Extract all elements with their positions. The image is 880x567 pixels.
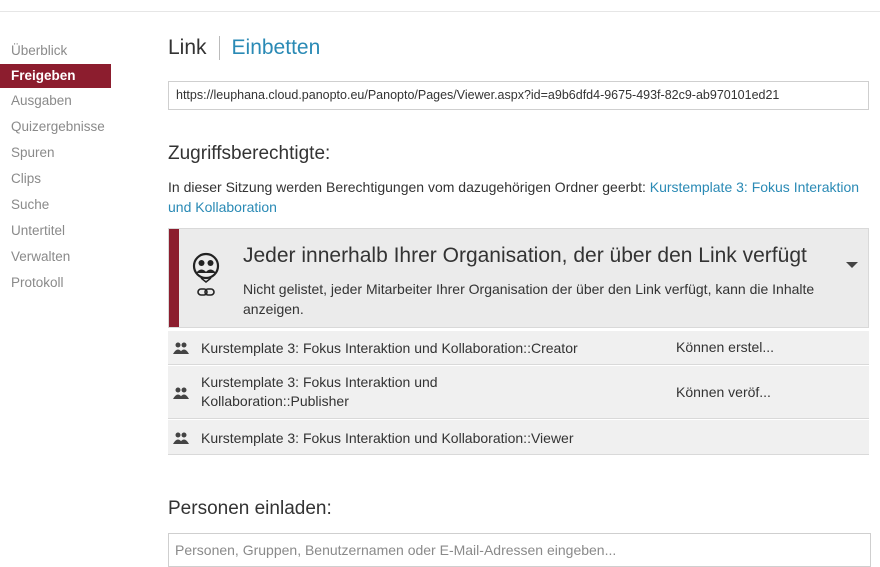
group-name: Kurstemplate 3: Fokus Interaktion und Ko… xyxy=(201,374,438,409)
sidebar-item-log[interactable]: Protokoll xyxy=(0,270,150,296)
role-dropdown[interactable]: Können erstel... xyxy=(676,339,774,355)
table-row: Kurstemplate 3: Fokus Interaktion und Ko… xyxy=(168,366,869,419)
tab-link[interactable]: Link xyxy=(168,36,207,60)
inherit-text: In dieser Sitzung werden Berechtigungen … xyxy=(168,179,650,195)
sidebar: Überblick Freigeben Ausgaben Quizergebni… xyxy=(0,38,150,296)
group-icon xyxy=(173,387,189,399)
sidebar-item-streams[interactable]: Spuren xyxy=(0,140,150,166)
tab-embed[interactable]: Einbetten xyxy=(232,36,321,60)
inherit-notice: In dieser Sitzung werden Berechtigungen … xyxy=(168,177,868,217)
org-access-title: Jeder innerhalb Ihrer Organisation, der … xyxy=(243,244,807,267)
sidebar-item-search[interactable]: Suche xyxy=(0,192,150,218)
sidebar-item-outputs[interactable]: Ausgaben xyxy=(0,88,150,114)
table-row: Kurstemplate 3: Fokus Interaktion und Ko… xyxy=(168,420,869,455)
group-name: Kurstemplate 3: Fokus Interaktion und Ko… xyxy=(201,430,574,446)
sidebar-item-overview[interactable]: Überblick xyxy=(0,38,150,64)
org-accent-bar xyxy=(169,229,179,327)
invite-heading: Personen einladen: xyxy=(168,498,332,519)
tab-separator xyxy=(218,36,220,60)
sidebar-item-captions[interactable]: Untertitel xyxy=(0,218,150,244)
sidebar-item-manage[interactable]: Verwalten xyxy=(0,244,150,270)
share-tabs: Link Einbetten xyxy=(168,36,320,60)
role-dropdown[interactable]: Können veröf... xyxy=(676,384,771,400)
top-divider xyxy=(0,11,880,12)
sidebar-item-clips[interactable]: Clips xyxy=(0,166,150,192)
group-link-icon xyxy=(192,252,220,296)
access-heading: Zugriffsberechtigte: xyxy=(168,143,331,164)
sidebar-item-share[interactable]: Freigeben xyxy=(0,64,111,88)
org-access-panel[interactable]: Jeder innerhalb Ihrer Organisation, der … xyxy=(168,228,869,328)
invite-input[interactable] xyxy=(168,533,871,567)
group-icon xyxy=(173,432,189,444)
table-row: Kurstemplate 3: Fokus Interaktion und Ko… xyxy=(168,331,869,365)
sidebar-item-quiz-results[interactable]: Quizergebnisse xyxy=(0,114,150,140)
org-access-description: Nicht gelistet, jeder Mitarbeiter Ihrer … xyxy=(243,281,815,317)
share-url-field[interactable]: https://leuphana.cloud.panopto.eu/Panopt… xyxy=(168,81,869,110)
chevron-down-icon[interactable] xyxy=(846,262,858,268)
group-icon xyxy=(173,342,189,354)
group-name: Kurstemplate 3: Fokus Interaktion und Ko… xyxy=(201,340,578,356)
